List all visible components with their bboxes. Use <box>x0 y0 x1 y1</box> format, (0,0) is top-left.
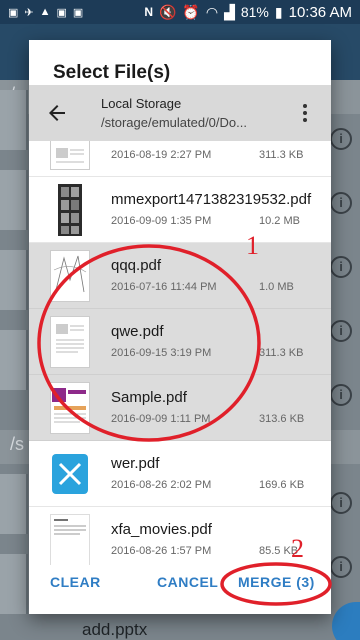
pdf-thumbnail-icon <box>50 141 90 170</box>
select-files-dialog: Select File(s) Local Storage /storage/em… <box>29 40 331 614</box>
file-date: 2016-07-16 11:44 PM <box>111 281 217 293</box>
file-size: 10.2 MB <box>259 215 300 227</box>
dialog-actions: CLEAR CANCEL MERGE (3) <box>29 565 331 614</box>
file-size: 169.6 KB <box>259 479 305 491</box>
notification-icon: ✈ <box>24 6 34 19</box>
info-icon[interactable]: i <box>330 128 352 150</box>
file-date: 2016-08-26 2:02 PM <box>111 479 212 491</box>
file-list[interactable]: 2016-08-19 2:27 PM 311.3 KB mmexport1471… <box>29 141 331 565</box>
file-name: qwe.pdf <box>111 323 164 340</box>
info-icon[interactable]: i <box>330 320 352 342</box>
file-date: 2016-08-26 1:57 PM <box>111 545 212 557</box>
info-icon[interactable]: i <box>330 192 352 214</box>
file-name: qqq.pdf <box>111 257 162 274</box>
battery-icon: ▮ <box>274 3 283 20</box>
mute-icon: 🔇 <box>158 3 177 20</box>
file-name: Sample.pdf <box>111 389 187 406</box>
file-row[interactable]: xfa_movies.pdf 2016-08-26 1:57 PM 85.5 K… <box>29 507 331 565</box>
alarm-icon: ⏰ <box>182 3 200 20</box>
file-meta: 2016-08-26 2:02 PM 169.6 KB <box>111 479 304 491</box>
wifi-icon: ◠ <box>205 3 219 20</box>
notification-icon: ▣ <box>72 6 84 19</box>
notification-icons: ▣ ✈ ▲ ▣ ▣ <box>8 6 83 19</box>
file-size: 311.3 KB <box>259 347 304 359</box>
file-meta: 2016-09-09 1:11 PM 313.6 KB <box>111 413 304 425</box>
file-name: mmexport1471382319532.pdf <box>111 191 312 208</box>
clock: 10:36 AM <box>288 3 352 21</box>
location-bar: Local Storage /storage/emulated/0/Do... <box>29 85 331 141</box>
background-thumbnail <box>0 474 28 534</box>
app-pdf-thumbnail-icon <box>52 454 88 494</box>
file-date: 2016-09-09 1:11 PM <box>111 413 211 425</box>
location-path: /storage/emulated/0/Do... <box>101 115 247 130</box>
status-bar: ▣ ✈ ▲ ▣ ▣ N 🔇 ⏰ ◠ ▟ 81% ▮ 10:36 AM <box>0 0 360 24</box>
background-thumbnail <box>0 170 28 230</box>
file-size: 313.6 KB <box>259 413 305 425</box>
back-arrow-icon[interactable] <box>45 101 69 125</box>
text-pdf-thumbnail-icon <box>50 514 90 565</box>
file-meta: 2016-08-19 2:27 PM 311.3 KB <box>111 149 303 161</box>
file-row-selected[interactable]: qqq.pdf 2016-07-16 11:44 PM 1.0 MB <box>29 243 331 309</box>
background-thumbnail <box>0 554 28 614</box>
sample-pdf-thumbnail-icon <box>50 382 90 434</box>
photo-pdf-thumbnail-icon <box>50 184 90 236</box>
file-row[interactable]: 2016-08-19 2:27 PM 311.3 KB <box>29 141 331 177</box>
file-meta: 2016-09-09 1:35 PM 10.2 MB <box>111 215 300 227</box>
cancel-button[interactable]: CANCEL <box>157 574 218 590</box>
merge-button[interactable]: MERGE (3) <box>238 574 315 590</box>
nfc-icon: N <box>144 5 153 19</box>
file-row-selected[interactable]: qwe.pdf 2016-09-15 3:19 PM 311.3 KB <box>29 309 331 375</box>
notification-icon: ▣ <box>8 6 19 19</box>
file-row-selected[interactable]: Sample.pdf 2016-09-09 1:11 PM 313.6 KB <box>29 375 331 441</box>
info-icon[interactable]: i <box>330 256 352 278</box>
clear-button[interactable]: CLEAR <box>50 574 101 590</box>
background-thumbnail <box>0 330 28 390</box>
file-date: 2016-09-15 3:19 PM <box>111 347 212 359</box>
background-file-name: add.pptx <box>82 620 148 639</box>
notification-icon: ▲ <box>39 5 51 18</box>
info-icon[interactable]: i <box>330 556 352 578</box>
file-meta: 2016-07-16 11:44 PM 1.0 MB <box>111 281 294 293</box>
file-date: 2016-08-19 2:27 PM <box>111 149 212 161</box>
floating-action-button[interactable] <box>332 602 360 640</box>
signal-icon: ▟ <box>224 3 235 20</box>
file-meta: 2016-08-26 1:57 PM 85.5 KB <box>111 545 298 557</box>
file-size: 311.3 KB <box>259 149 304 161</box>
notification-icon: ▣ <box>56 6 67 19</box>
file-name: xfa_movies.pdf <box>111 521 212 538</box>
background-thumbnail <box>0 90 28 150</box>
file-size: 85.5 KB <box>259 545 299 557</box>
file-meta: 2016-09-15 3:19 PM 311.3 KB <box>111 347 303 359</box>
pdf-thumbnail-icon <box>50 316 90 368</box>
info-icon[interactable]: i <box>330 492 352 514</box>
info-icon[interactable]: i <box>330 384 352 406</box>
battery-percent: 81% <box>240 4 269 20</box>
file-size: 1.0 MB <box>259 281 294 293</box>
file-row[interactable]: wer.pdf 2016-08-26 2:02 PM 169.6 KB <box>29 441 331 507</box>
sketch-pdf-thumbnail-icon <box>50 250 90 302</box>
more-options-icon[interactable] <box>299 101 311 125</box>
dialog-title: Select File(s) <box>53 62 171 83</box>
file-date: 2016-09-09 1:35 PM <box>111 215 212 227</box>
file-row[interactable]: mmexport1471382319532.pdf 2016-09-09 1:3… <box>29 177 331 243</box>
file-name: wer.pdf <box>111 455 160 472</box>
location-title: Local Storage <box>101 96 182 111</box>
background-thumbnail <box>0 250 28 310</box>
